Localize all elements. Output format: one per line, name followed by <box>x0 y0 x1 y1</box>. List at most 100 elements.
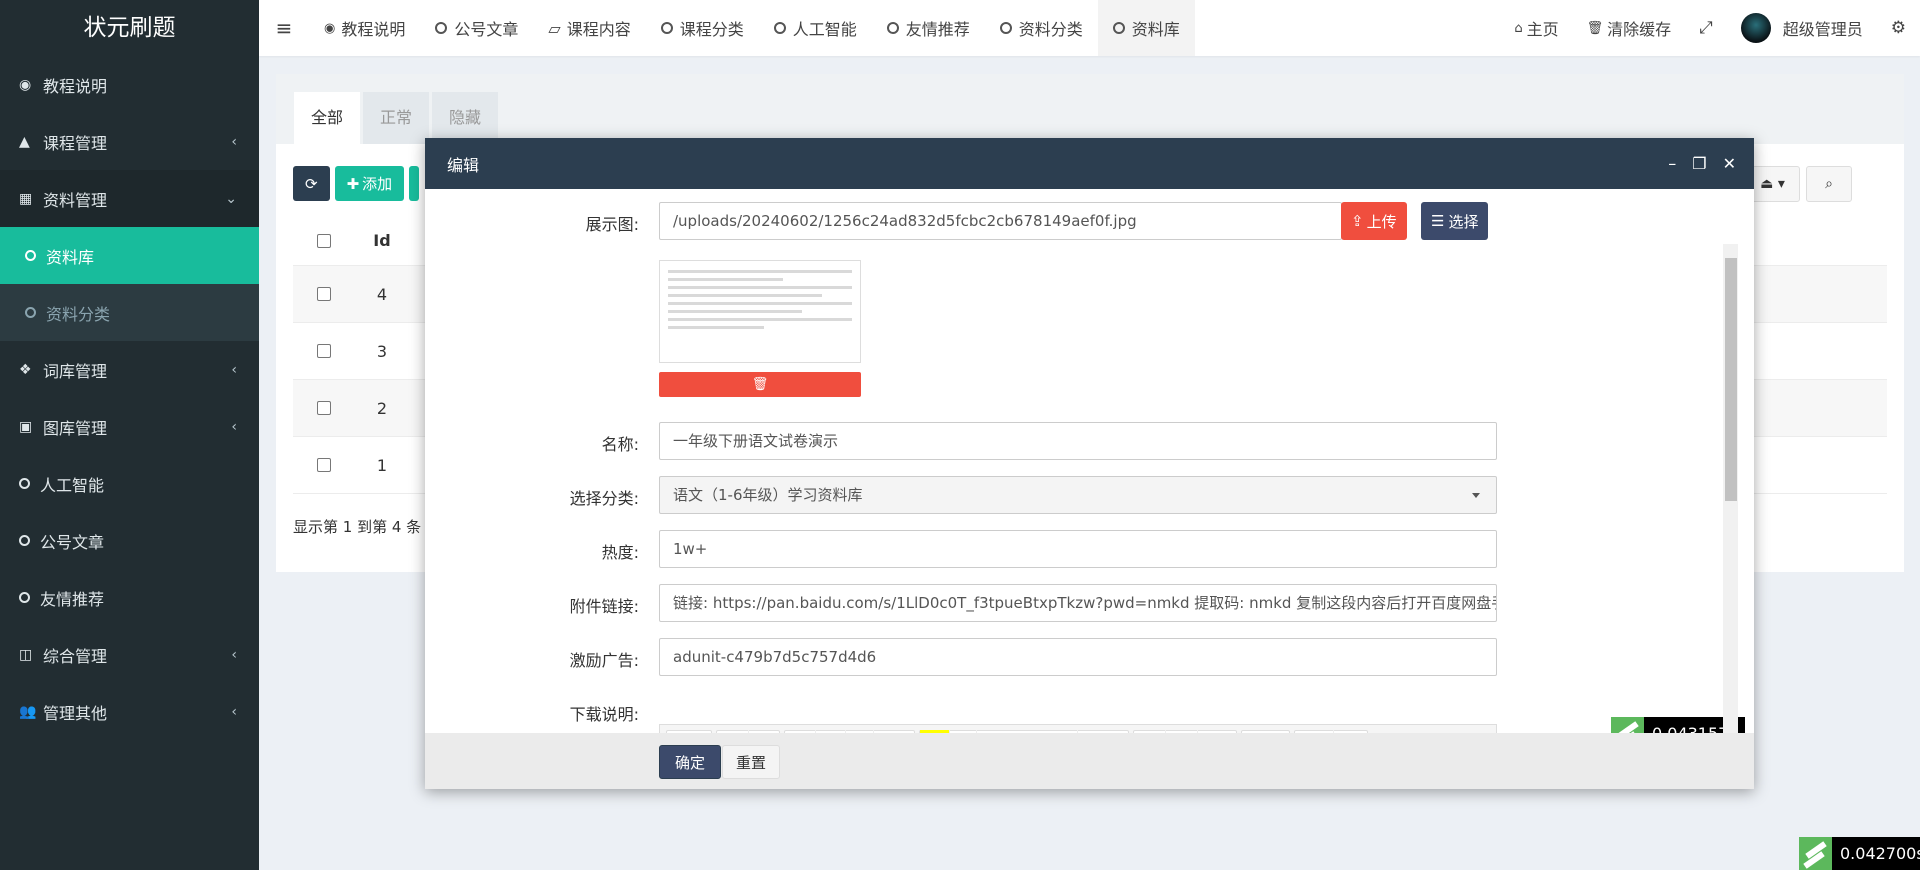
search-button[interactable]: ⌕ <box>1806 166 1852 202</box>
category-select[interactable]: 语文（1-6年级）学习资料库 <box>659 476 1497 514</box>
choose-button[interactable]: ☰ 选择 <box>1421 202 1489 240</box>
circle-icon <box>1112 22 1125 34</box>
tab-hidden[interactable]: 隐藏 <box>432 92 499 144</box>
tab-friends[interactable]: 友情推荐 <box>872 0 985 56</box>
tab-ai[interactable]: 人工智能 <box>759 0 872 56</box>
heat-input[interactable]: 1w+ <box>659 530 1497 568</box>
refresh-button[interactable]: ⟳ <box>293 166 330 201</box>
scrollbar-thumb[interactable] <box>1725 258 1737 501</box>
minimize-icon[interactable]: – <box>1668 154 1676 173</box>
sidebar-item-category[interactable]: 资料分类 <box>0 284 259 341</box>
name-input[interactable]: 一年级下册语文试卷演示 <box>659 422 1497 460</box>
tab-course-content[interactable]: ▱ 课程内容 <box>533 0 645 56</box>
sidebar-item-label: 词库管理 <box>43 361 108 381</box>
chevron-left-icon: ‹ <box>231 133 237 150</box>
topbar: ≡ ◉ 教程说明 公号文章 ▱ 课程内容 课程分类 人工智能 友情推荐 资料分类 资… <box>259 0 1920 56</box>
image-path-input[interactable]: /uploads/20240602/1256c24ad832d5fcbc2cb6… <box>659 202 1342 240</box>
sidebar-item-label: 公号文章 <box>40 532 105 552</box>
sidebar-item-materials[interactable]: ▦ 资料管理 ⌄ <box>0 170 259 227</box>
sidebar-item-friends[interactable]: 友情推荐 <box>0 569 259 626</box>
sidebar-item-label: 教程说明 <box>43 76 108 96</box>
edit-modal: 编辑 – ❐ ✕ 展示图: /uploads/20240602/1256c24a… <box>425 138 1754 789</box>
cubes-icon: ❖ <box>19 361 32 378</box>
delete-image-button[interactable]: 🗑 <box>659 372 861 397</box>
sidebar-item-course[interactable]: ▲ 课程管理 ‹ <box>0 113 259 170</box>
submenu-materials: 资料库 资料分类 <box>0 227 259 341</box>
map-icon: ▱ <box>548 18 561 38</box>
tab-label: 课程内容 <box>566 20 631 39</box>
topbar-right: ⌂ 主页 🗑 清除缓存 ⤢ 超级管理员 ⚙ <box>1500 0 1920 56</box>
dashboard-icon: ◉ <box>19 76 32 93</box>
circle-icon <box>435 22 448 34</box>
row-checkbox[interactable] <box>317 401 331 415</box>
edit-button[interactable] <box>409 166 420 201</box>
avatar <box>1740 13 1771 43</box>
circle-icon <box>25 307 36 318</box>
trash-icon: 🗑 <box>751 377 769 392</box>
tab-articles[interactable]: 公号文章 <box>420 0 533 56</box>
circle-icon <box>773 22 786 34</box>
row-checkbox[interactable] <box>317 287 331 301</box>
clear-cache-label: 清除缓存 <box>1607 20 1672 39</box>
sidebar-item-library[interactable]: 资料库 <box>0 227 259 284</box>
sidebar-item-images[interactable]: ▣ 图库管理 ‹ <box>0 398 259 455</box>
sidebar-item-ai[interactable]: 人工智能 <box>0 455 259 512</box>
sidebar-item-articles[interactable]: 公号文章 <box>0 512 259 569</box>
home-icon: ⌂ <box>1514 20 1523 36</box>
image-icon: ▣ <box>19 418 33 435</box>
tab-label: 课程分类 <box>679 20 744 39</box>
menu-toggle-icon[interactable]: ≡ <box>259 16 309 40</box>
user-menu[interactable]: 超级管理员 <box>1727 13 1877 43</box>
link-input[interactable]: 链接: https://pan.baidu.com/s/1LlD0c0T_f3t… <box>659 584 1497 622</box>
sidebar-item-words[interactable]: ❖ 词库管理 ‹ <box>0 341 259 398</box>
name-label: 名称: <box>601 435 639 454</box>
timer-value: 0.042700s <box>1840 844 1920 863</box>
fullscreen-icon[interactable]: ⤢ <box>1685 18 1727 38</box>
row-checkbox[interactable] <box>317 458 331 472</box>
upload-label: 上传 <box>1366 212 1397 231</box>
search-icon: ⌕ <box>1825 176 1833 192</box>
circle-icon <box>886 22 899 34</box>
sidebar-item-label: 综合管理 <box>43 646 108 666</box>
sidebar-item-label: 资料库 <box>46 247 95 267</box>
export-icon: ⏏ ▾ <box>1760 176 1785 192</box>
home-link[interactable]: ⌂ 主页 <box>1500 16 1572 40</box>
sidebar-item-label: 课程管理 <box>43 133 108 153</box>
sidebar-item-other[interactable]: 👥 管理其他 ‹ <box>0 683 259 740</box>
row-checkbox[interactable] <box>317 344 331 358</box>
modal-scrollbar[interactable] <box>1723 244 1738 733</box>
circle-icon <box>25 250 36 261</box>
modal-body: 展示图: /uploads/20240602/1256c24ad832d5fcb… <box>425 189 1754 733</box>
select-all-checkbox[interactable] <box>317 233 331 248</box>
tab-course-category[interactable]: 课程分类 <box>646 0 759 56</box>
sidebar-item-general[interactable]: ◫ 综合管理 ‹ <box>0 626 259 683</box>
settings-gear-icon[interactable]: ⚙ <box>1877 18 1920 38</box>
logo-icon <box>1611 717 1644 733</box>
maximize-icon[interactable]: ❐ <box>1692 154 1706 173</box>
confirm-button[interactable]: 确定 <box>659 745 722 779</box>
tab-normal[interactable]: 正常 <box>363 92 430 144</box>
sidebar-item-label: 图库管理 <box>43 418 108 438</box>
table-toolbar: ⟳ ✚ 添加 <box>293 166 424 201</box>
caret-down-icon <box>1472 493 1480 498</box>
tab-label: 公号文章 <box>454 20 519 39</box>
tab-material-category[interactable]: 资料分类 <box>985 0 1098 56</box>
circle-icon <box>660 22 673 34</box>
close-icon[interactable]: ✕ <box>1723 154 1736 173</box>
add-button[interactable]: ✚ 添加 <box>334 166 405 201</box>
sidebar-item-label: 资料管理 <box>43 190 108 210</box>
graduation-cap-icon: ▲ <box>19 133 30 150</box>
tab-all[interactable]: 全部 <box>294 92 361 144</box>
choose-label: 选择 <box>1448 212 1479 231</box>
upload-button[interactable]: ⇪ 上传 <box>1341 202 1407 240</box>
reset-button[interactable]: 重置 <box>722 745 781 779</box>
list-icon: ☰ <box>1431 212 1445 230</box>
plus-icon: ✚ <box>346 174 360 193</box>
ad-input[interactable]: adunit-c479b7d5c757d4d6 <box>659 638 1497 676</box>
tab-tutorial[interactable]: ◉ 教程说明 <box>309 0 420 56</box>
upload-icon: ⇪ <box>1351 212 1364 230</box>
clear-cache-link[interactable]: 🗑 清除缓存 <box>1573 16 1686 40</box>
tab-library[interactable]: 资料库 <box>1097 0 1195 56</box>
windows-icon: ▦ <box>19 190 33 207</box>
sidebar-item-tutorial[interactable]: ◉ 教程说明 <box>0 56 259 113</box>
